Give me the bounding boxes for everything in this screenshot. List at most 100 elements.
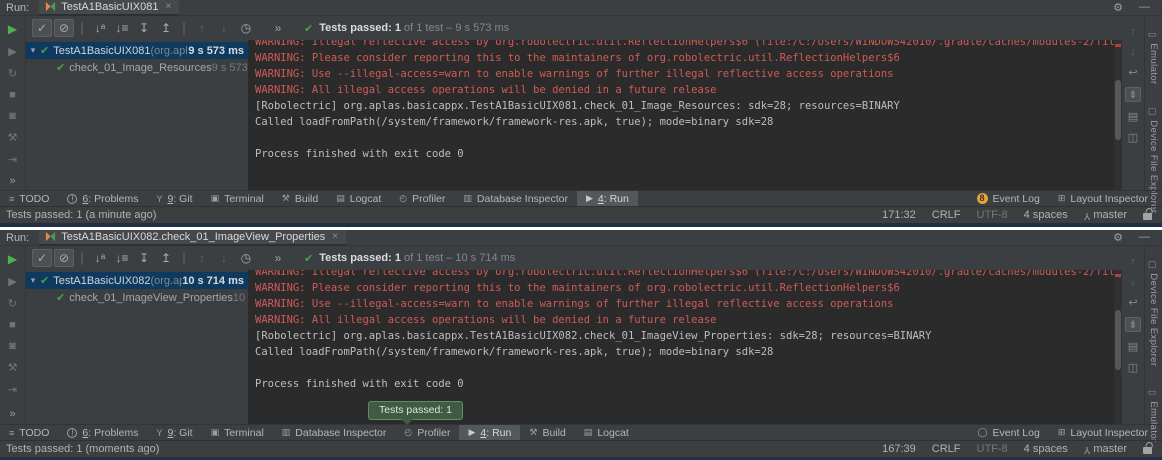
test-toolbar-icon[interactable]: ↧ bbox=[134, 19, 154, 37]
test-toolbar-icon[interactable]: ⊘ bbox=[54, 19, 74, 37]
settings-gear-icon[interactable]: ⚙ bbox=[1113, 1, 1123, 14]
tool-stripe-button[interactable]: ▢Device File Explorer bbox=[1148, 260, 1159, 366]
console-toolbar-icon[interactable]: ⇟ bbox=[1125, 317, 1140, 332]
status-item[interactable]: UTF-8 bbox=[977, 443, 1008, 455]
test-toolbar-icon[interactable]: ◷ bbox=[236, 19, 256, 37]
bottom-right-button[interactable]: ⊞ Layout Inspector bbox=[1058, 425, 1148, 441]
test-tree-root-row[interactable]: ▾ ✔ TestA1BasicUIX082 (org.aplas.basica … bbox=[26, 272, 248, 289]
left-toolbar-icon[interactable]: ▶ bbox=[8, 275, 16, 288]
tool-window-button[interactable]: ▣ Terminal bbox=[202, 425, 273, 441]
run-tab[interactable]: TestA1BasicUIX081 × bbox=[39, 0, 179, 16]
status-item[interactable]: 4 spaces bbox=[1024, 443, 1068, 455]
scrollbar-thumb[interactable] bbox=[1115, 80, 1121, 140]
console-toolbar-icon[interactable]: ↓ bbox=[1130, 46, 1136, 58]
test-toolbar-icon[interactable]: ↓ᵃ bbox=[90, 19, 110, 37]
left-toolbar-icon[interactable]: » bbox=[9, 408, 15, 420]
left-toolbar-icon[interactable]: ▶ bbox=[8, 252, 17, 266]
bottom-right-button[interactable]: 8 Event Log bbox=[977, 191, 1040, 207]
tool-window-button[interactable]: ▶ 4: Run bbox=[577, 191, 638, 207]
test-toolbar-icon[interactable]: ✓ bbox=[32, 19, 52, 37]
tool-window-button[interactable]: ▤ Logcat bbox=[575, 425, 638, 441]
tool-window-button[interactable]: ! 6: Problems bbox=[58, 425, 147, 441]
chevron-down-icon[interactable]: ▾ bbox=[26, 45, 40, 56]
tool-window-button[interactable]: ⚒ Build bbox=[273, 191, 327, 207]
left-toolbar-icon[interactable]: ▶ bbox=[8, 22, 17, 36]
test-toolbar-icon[interactable]: ⊘ bbox=[54, 249, 74, 267]
console-toolbar-icon[interactable]: ↩ bbox=[1128, 296, 1137, 309]
left-toolbar-icon[interactable]: ▶ bbox=[8, 45, 16, 58]
status-item[interactable]: 4 spaces bbox=[1024, 209, 1068, 221]
tool-window-button[interactable]: Y 9: Git bbox=[147, 191, 201, 207]
tool-window-button[interactable]: ⚒ Build bbox=[520, 425, 574, 441]
hide-window-icon[interactable]: — bbox=[1139, 231, 1150, 244]
test-toolbar-icon[interactable] bbox=[183, 252, 185, 265]
left-toolbar-icon[interactable]: » bbox=[9, 175, 15, 187]
test-toolbar-icon[interactable]: ↓ bbox=[214, 19, 234, 37]
bottom-right-button[interactable]: ◯ Event Log bbox=[977, 425, 1039, 441]
status-item[interactable]: UTF-8 bbox=[977, 209, 1008, 221]
tool-window-button[interactable]: ≡ TODO bbox=[0, 425, 58, 441]
unlock-icon[interactable] bbox=[1143, 213, 1152, 220]
test-tree-child-row[interactable]: ✔ check_01_ImageView_Properties 10 s 714… bbox=[26, 289, 248, 306]
console-scrollbar[interactable] bbox=[1114, 40, 1122, 190]
left-toolbar-icon[interactable]: ⚒ bbox=[8, 361, 18, 374]
test-toolbar-icon[interactable]: ↑ bbox=[192, 19, 212, 37]
test-toolbar-icon[interactable]: ✓ bbox=[32, 249, 52, 267]
left-toolbar-icon[interactable]: ⚒ bbox=[8, 131, 18, 144]
console-toolbar-icon[interactable]: ↑ bbox=[1130, 26, 1136, 38]
tool-window-button[interactable]: ◴ Profiler bbox=[390, 191, 454, 207]
test-toolbar-icon[interactable]: ↓ bbox=[214, 249, 234, 267]
tool-window-button[interactable]: ◴ Profiler bbox=[395, 425, 459, 441]
test-toolbar-icon[interactable]: ↓≡ bbox=[112, 249, 132, 267]
status-item[interactable]: 167:39 bbox=[882, 443, 916, 455]
left-toolbar-icon[interactable]: ◙ bbox=[9, 340, 16, 352]
test-toolbar-icon[interactable] bbox=[81, 252, 83, 265]
git-branch-widget[interactable]: Y master bbox=[1084, 443, 1127, 455]
test-toolbar-icon[interactable] bbox=[81, 22, 83, 35]
test-toolbar-icon[interactable]: ↓≡ bbox=[112, 19, 132, 37]
close-tab-icon[interactable]: × bbox=[332, 231, 338, 242]
close-tab-icon[interactable]: × bbox=[165, 1, 171, 12]
tool-window-button[interactable]: ▣ Terminal bbox=[202, 191, 273, 207]
status-item[interactable]: CRLF bbox=[932, 209, 961, 221]
settings-gear-icon[interactable]: ⚙ bbox=[1113, 231, 1123, 244]
scrollbar-thumb[interactable] bbox=[1115, 310, 1121, 370]
console-toolbar-icon[interactable]: ↓ bbox=[1130, 276, 1136, 288]
tool-window-button[interactable]: ▤ Logcat bbox=[327, 191, 390, 207]
console-scrollbar[interactable] bbox=[1114, 270, 1122, 424]
hide-window-icon[interactable]: — bbox=[1139, 1, 1150, 14]
left-toolbar-icon[interactable]: ↻ bbox=[8, 67, 17, 80]
git-branch-widget[interactable]: Y master bbox=[1084, 209, 1127, 221]
console-toolbar-icon[interactable]: ◫ bbox=[1128, 131, 1138, 144]
console-toolbar-icon[interactable]: ▤ bbox=[1128, 340, 1138, 353]
tool-window-button[interactable]: ! 6: Problems bbox=[58, 191, 147, 207]
left-toolbar-icon[interactable]: ■ bbox=[9, 319, 16, 331]
console-toolbar-icon[interactable]: ↩ bbox=[1128, 66, 1137, 79]
left-toolbar-icon[interactable]: ◙ bbox=[9, 110, 16, 122]
tool-window-button[interactable]: ≡ TODO bbox=[0, 191, 58, 207]
test-toolbar-icon[interactable]: ↧ bbox=[134, 249, 154, 267]
test-toolbar-icon[interactable]: ↓ᵃ bbox=[90, 249, 110, 267]
tool-window-button[interactable]: Y 9: Git bbox=[147, 425, 201, 441]
test-toolbar-icon[interactable]: ◷ bbox=[236, 249, 256, 267]
test-toolbar-icon[interactable]: » bbox=[268, 19, 288, 37]
status-item[interactable]: CRLF bbox=[932, 443, 961, 455]
left-toolbar-icon[interactable]: ⇥ bbox=[8, 383, 17, 396]
bottom-right-button[interactable]: ⊞ Layout Inspector bbox=[1058, 191, 1148, 207]
test-toolbar-icon[interactable] bbox=[183, 22, 185, 35]
console-toolbar-icon[interactable]: ⇟ bbox=[1125, 87, 1140, 102]
test-toolbar-icon[interactable]: » bbox=[268, 249, 288, 267]
unlock-icon[interactable] bbox=[1143, 447, 1152, 454]
test-toolbar-icon[interactable]: ↥ bbox=[156, 19, 176, 37]
test-toolbar-icon[interactable]: ↥ bbox=[156, 249, 176, 267]
tool-stripe-button[interactable]: ▭Emulator bbox=[1148, 30, 1159, 85]
console-output[interactable]: WARNING: Illegal reflective access by or… bbox=[248, 40, 1114, 190]
left-toolbar-icon[interactable]: ⇥ bbox=[8, 153, 17, 166]
tool-window-button[interactable]: ▥ Database Inspector bbox=[454, 191, 577, 207]
console-toolbar-icon[interactable]: ↑ bbox=[1130, 256, 1136, 268]
test-toolbar-icon[interactable]: ↑ bbox=[192, 249, 212, 267]
run-tab[interactable]: TestA1BasicUIX082.check_01_ImageView_Pro… bbox=[39, 230, 346, 246]
tool-window-button[interactable]: ▶ 4: Run bbox=[459, 425, 520, 441]
test-tree-root-row[interactable]: ▾ ✔ TestA1BasicUIX081 (org.aplas.basica … bbox=[26, 42, 248, 59]
test-tree-child-row[interactable]: ✔ check_01_Image_Resources 9 s 573 ms bbox=[26, 59, 248, 76]
